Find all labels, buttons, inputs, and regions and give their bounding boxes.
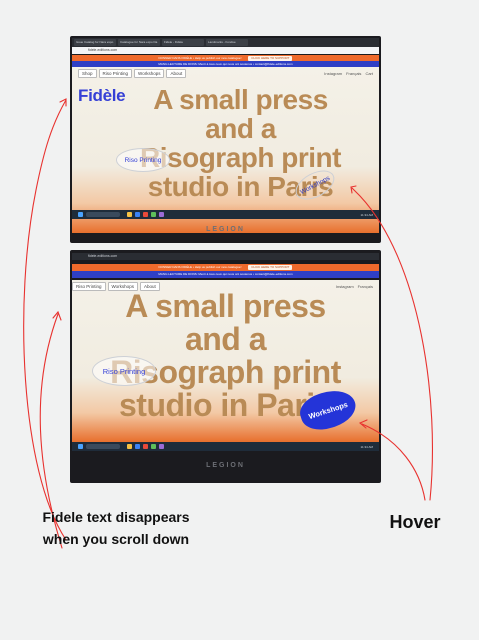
edge-browser-icon[interactable] xyxy=(135,444,140,449)
arrow-to-logo-top xyxy=(23,99,67,541)
donation-banner-text: DONNER DANS FIDÈLE • Help us publish our… xyxy=(158,265,242,269)
address-bar[interactable]: fidele-editions.com xyxy=(72,47,379,54)
donation-banner-text: DONNER DANS FIDÈLE • Help us publish our… xyxy=(158,56,242,60)
os-taskbar: 11:34 AM xyxy=(72,210,379,219)
nav-item-workshops[interactable]: Workshops xyxy=(134,69,165,78)
nav-item-shop[interactable]: Shop xyxy=(78,69,97,78)
taskbar-clock: 11:34 AM xyxy=(360,444,373,449)
headline-line: studio in Paris xyxy=(147,171,334,202)
office-icon[interactable] xyxy=(143,444,148,449)
screenshot-bottom: fidele-editions.com DONNER DANS FIDÈLE •… xyxy=(70,250,381,483)
laptop-brand-logo: LEGION xyxy=(206,226,245,233)
browser-tab[interactable]: Issue Catalog for Nara expo xyxy=(74,39,116,46)
support-button[interactable]: CLICK HERE TO SUPPORT xyxy=(248,265,293,270)
taskbar-search-input[interactable] xyxy=(86,444,120,449)
arrow-head xyxy=(52,310,62,321)
file-explorer-icon[interactable] xyxy=(127,212,132,217)
headline-line: A small press xyxy=(153,84,328,115)
nav-item-language[interactable]: Français xyxy=(358,284,373,289)
nav-item-instagram[interactable]: Instagram xyxy=(336,284,354,289)
nav-item-riso-printing[interactable]: Riso Printing xyxy=(98,69,133,78)
nav-item-about[interactable]: About xyxy=(166,69,187,78)
windows-start-icon[interactable] xyxy=(78,212,83,217)
edge-browser-icon[interactable] xyxy=(135,212,140,217)
office-icon[interactable] xyxy=(143,212,148,217)
address-bar[interactable]: fidele-editions.com xyxy=(72,253,379,260)
chrome-icon[interactable] xyxy=(151,444,156,449)
riso-printing-bubble[interactable]: Riso Printing xyxy=(92,356,156,386)
taskbar-clock: 11:34 AM xyxy=(360,212,373,217)
nav-item-language[interactable]: Français xyxy=(346,71,361,76)
file-explorer-icon[interactable] xyxy=(127,444,132,449)
app-icon[interactable] xyxy=(159,212,164,217)
browser-tab[interactable]: Landmarks - Fondue xyxy=(206,39,248,46)
site-viewport: Shop Riso Printing Workshops About Insta… xyxy=(72,67,379,233)
chrome-icon[interactable] xyxy=(151,212,156,217)
arrow-head xyxy=(59,98,67,107)
donation-banner: DONNER DANS FIDÈLE • Help us publish our… xyxy=(72,264,379,271)
headline-line: A small press xyxy=(125,288,326,324)
browser-tab-bar: Issue Catalog for Nara expo Catalogue fo… xyxy=(72,38,379,47)
windows-start-icon[interactable] xyxy=(78,444,83,449)
screenshot-top: Issue Catalog for Nara expo Catalogue fo… xyxy=(70,36,381,243)
app-icon[interactable] xyxy=(159,444,164,449)
annotation-hover-note: Hover xyxy=(389,512,441,532)
browser-tab[interactable]: Catalogue for Nara expo Da xyxy=(118,39,160,46)
laptop-brand-logo: LEGION xyxy=(206,462,245,469)
riso-printing-bubble[interactable]: Riso Printing xyxy=(116,148,170,172)
annotation-scroll-note: Fidele text disappears when you scroll d… xyxy=(42,509,190,547)
site-nav: Shop Riso Printing Workshops About Insta… xyxy=(78,69,373,78)
taskbar-search-input[interactable] xyxy=(86,212,120,217)
os-taskbar: 11:34 AM xyxy=(72,442,379,451)
browser-tab[interactable]: Fidèle - Fidèle xyxy=(162,39,204,46)
nav-item-cart[interactable]: Cart xyxy=(365,71,373,76)
site-viewport: Riso Printing Workshops About Instagram … xyxy=(72,280,379,442)
headline-line: and a xyxy=(205,113,276,144)
headline-line: and a xyxy=(184,321,267,357)
thanks-banner: MANU-LECTURE DE DONS: Merci à tous ceux … xyxy=(72,271,379,278)
nav-item-instagram[interactable]: Instagram xyxy=(324,71,342,76)
